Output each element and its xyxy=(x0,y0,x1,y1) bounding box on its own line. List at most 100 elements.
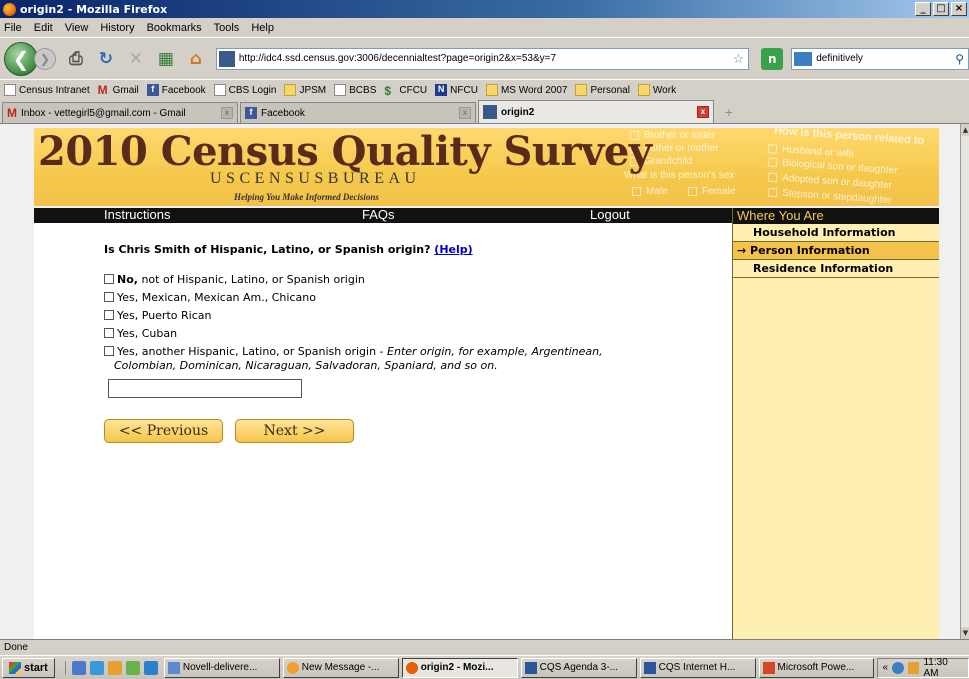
bookmark-personal[interactable]: Personal xyxy=(575,84,630,96)
menu-bar: File Edit View History Bookmarks Tools H… xyxy=(0,18,969,37)
taskbar-item-novell[interactable]: Novell-delivere... xyxy=(163,657,280,678)
scroll-down-icon[interactable]: ▼ xyxy=(961,627,969,639)
option-no[interactable]: No, not of Hispanic, Latino, or Spanish … xyxy=(104,273,365,286)
page-icon xyxy=(4,84,16,96)
help-link[interactable]: (Help) xyxy=(434,243,472,256)
bookmark-cfcu[interactable]: $ CFCU xyxy=(384,84,427,98)
menu-tools[interactable]: Tools xyxy=(214,22,240,34)
sidebar-item-residence[interactable]: Residence Information xyxy=(733,260,939,278)
show-desktop-icon[interactable] xyxy=(71,660,86,675)
bookmark-star-icon[interactable]: ☆ xyxy=(733,51,745,67)
browser-icon[interactable] xyxy=(89,660,104,675)
taskbar-item-cqs-agenda[interactable]: CQS Agenda 3-... xyxy=(520,657,637,678)
close-tab-icon[interactable]: x xyxy=(221,107,233,119)
menu-help[interactable]: Help xyxy=(251,22,274,34)
app-icon[interactable] xyxy=(125,660,140,675)
back-button[interactable]: ❮ xyxy=(4,41,38,76)
start-button[interactable]: start xyxy=(2,657,55,678)
reload-icon[interactable]: ↻ xyxy=(96,49,116,69)
toolbar-extension-icon[interactable]: n xyxy=(761,47,784,70)
tray-network-icon[interactable] xyxy=(892,661,904,674)
search-icon[interactable]: ⚲ xyxy=(955,52,964,66)
word-icon xyxy=(643,661,656,674)
bookmark-work[interactable]: Work xyxy=(637,84,676,96)
word-icon xyxy=(524,661,537,674)
close-tab-icon[interactable]: x xyxy=(459,107,471,119)
question-text: Is Chris Smith of Hispanic, Latino, or S… xyxy=(104,243,473,256)
checkbox-cuban[interactable] xyxy=(104,328,114,338)
sidebar-item-household[interactable]: Household Information xyxy=(733,224,939,242)
logout-link[interactable]: Logout xyxy=(590,207,630,222)
maximize-button[interactable]: □ xyxy=(933,2,949,16)
new-tab-icon[interactable]: ▦ xyxy=(156,49,176,69)
bookmark-facebook[interactable]: f Facebook xyxy=(146,84,206,96)
census-bureau-logo: USCENSUSBUREAU xyxy=(210,170,421,187)
scroll-up-icon[interactable]: ▲ xyxy=(961,124,969,136)
internet-explorer-icon[interactable] xyxy=(143,660,158,675)
bookmark-bcbs[interactable]: BCBS xyxy=(334,84,376,96)
tab-gmail[interactable]: M Inbox - vettegirl5@gmail.com - Gmail x xyxy=(2,102,238,123)
tab-origin2[interactable]: origin2 x xyxy=(478,100,714,123)
windows-taskbar: start Novell-delivere... New Message -..… xyxy=(0,655,969,679)
minimize-button[interactable]: _ xyxy=(915,2,931,16)
menu-edit[interactable]: Edit xyxy=(34,22,53,34)
bookmark-gmail[interactable]: M Gmail xyxy=(98,84,139,96)
tab-facebook[interactable]: f Facebook x xyxy=(240,102,476,123)
menu-history[interactable]: History xyxy=(100,22,134,34)
folder-icon xyxy=(637,84,650,96)
origin-input[interactable] xyxy=(108,379,302,398)
option-mexican[interactable]: Yes, Mexican, Mexican Am., Chicano xyxy=(104,291,316,304)
stop-icon[interactable]: ✕ xyxy=(126,49,146,69)
bookmark-cbs-login[interactable]: CBS Login xyxy=(213,84,276,96)
close-window-button[interactable]: × xyxy=(951,2,967,16)
sidebar-item-person[interactable]: → Person Information xyxy=(733,242,939,260)
next-button[interactable]: Next >> xyxy=(235,419,354,443)
checkbox-another[interactable] xyxy=(104,346,114,356)
checkbox-puerto-rican[interactable] xyxy=(104,310,114,320)
gmail-icon: M xyxy=(97,83,108,97)
home-icon[interactable]: ⌂ xyxy=(186,49,206,69)
url-text[interactable]: http://idc4.ssd.census.gov:3006/decennia… xyxy=(239,53,556,64)
dollar-icon: $ xyxy=(384,84,392,98)
url-bar[interactable]: http://idc4.ssd.census.gov:3006/decennia… xyxy=(215,47,750,70)
new-tab-button[interactable]: + xyxy=(718,102,740,123)
taskbar-item-new-message[interactable]: New Message -... xyxy=(282,657,399,678)
bookmark-census-intranet[interactable]: Census Intranet xyxy=(4,84,90,96)
taskbar-item-cqs-internet[interactable]: CQS Internet H... xyxy=(639,657,756,678)
bookmark-jpsm[interactable]: JPSM xyxy=(284,84,326,96)
search-bar[interactable]: ⚲ xyxy=(791,47,969,70)
faqs-link[interactable]: FAQs xyxy=(362,207,395,222)
option-cuban[interactable]: Yes, Cuban xyxy=(104,327,177,340)
bookmark-nfcu[interactable]: N NFCU xyxy=(435,84,478,96)
menu-bookmarks[interactable]: Bookmarks xyxy=(147,22,202,34)
checkbox-no[interactable] xyxy=(104,274,114,284)
previous-button[interactable]: << Previous xyxy=(104,419,223,443)
where-you-are-sidebar: Where You Are Household Information → Pe… xyxy=(732,208,939,639)
powerpoint-icon xyxy=(762,661,775,674)
page-icon xyxy=(213,84,226,96)
option-puerto-rican[interactable]: Yes, Puerto Rican xyxy=(104,309,211,322)
checkbox-mexican[interactable] xyxy=(104,292,114,302)
forward-button[interactable]: ❯ xyxy=(33,47,56,70)
tray-expand-icon[interactable]: « xyxy=(882,662,888,673)
search-input[interactable] xyxy=(816,53,927,64)
menu-view[interactable]: View xyxy=(65,22,89,34)
browser-content: Brother or sister Father or mother Grand… xyxy=(0,124,960,639)
app-icon[interactable] xyxy=(107,660,122,675)
print-icon[interactable]: ⎙ xyxy=(66,49,86,69)
tray-app-icon[interactable] xyxy=(907,661,920,674)
option-another-example: Colombian, Dominican, Nicaraguan, Salvad… xyxy=(114,359,498,372)
instructions-link[interactable]: Instructions xyxy=(104,207,170,222)
vertical-scrollbar[interactable]: ▲ ▼ xyxy=(960,124,969,639)
window-title: origin2 - Mozilla Firefox xyxy=(20,2,168,16)
menu-file[interactable]: File xyxy=(4,22,22,34)
status-text: Done xyxy=(4,642,28,653)
search-engine-icon[interactable] xyxy=(794,51,813,66)
close-tab-icon[interactable]: x xyxy=(697,106,709,118)
option-another[interactable]: Yes, another Hispanic, Latino, or Spanis… xyxy=(104,345,603,372)
taskbar-item-powerpoint[interactable]: Microsoft Powe... xyxy=(758,657,875,678)
bookmark-ms-word-2007[interactable]: MS Word 2007 xyxy=(485,84,567,96)
taskbar-item-origin2[interactable]: origin2 - Mozi... xyxy=(401,657,518,678)
top-nav: Instructions FAQs Logout xyxy=(34,207,732,223)
tagline: Helping You Make Informed Decisions xyxy=(234,192,379,202)
